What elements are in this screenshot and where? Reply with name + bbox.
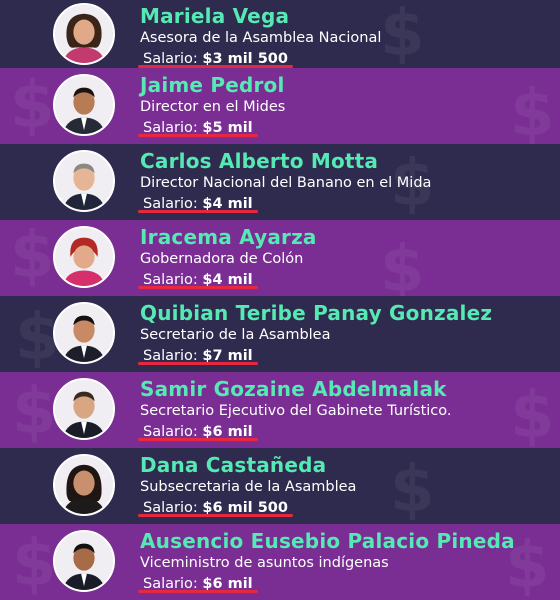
list-item: $ Quibian Teribe Panay Gonzalez Secretar… [0, 296, 560, 372]
salary-label: Salario: [143, 424, 198, 440]
list-item: $ Mariela Vega Asesora de la Asamblea Na… [0, 0, 560, 68]
salary-label: Salario: [143, 500, 198, 516]
person-role: Viceministro de asuntos indígenas [140, 555, 389, 571]
man-portrait-icon [55, 152, 113, 210]
salary-list: $ Mariela Vega Asesora de la Asamblea Na… [0, 0, 560, 600]
salary-label: Salario: [143, 272, 198, 288]
person-name: Mariela Vega [140, 4, 290, 28]
list-item: $ $ Jaime Pedrol Director en el Mides Sa… [0, 68, 560, 144]
list-item: $ Carlos Alberto Motta Director Nacional… [0, 144, 560, 220]
salary-value: $5 mil [202, 120, 253, 136]
salary-label: Salario: [143, 51, 198, 67]
salary: Salario: $6 mil 500 [138, 498, 293, 518]
salary-value: $3 mil 500 [202, 51, 288, 67]
man-portrait-icon [55, 532, 113, 590]
person-name: Iracema Ayarza [140, 225, 317, 249]
salary-label: Salario: [143, 120, 198, 136]
dollar-watermark-icon: $ [10, 69, 55, 143]
list-item: $ $ Iracema Ayarza Gobernadora de Colón … [0, 220, 560, 296]
salary: Salario: $6 mil [138, 574, 258, 594]
person-role: Secretario Ejecutivo del Gabinete Turíst… [140, 403, 452, 419]
person-name: Samir Gozaine Abdelmalak [140, 377, 447, 401]
woman-portrait-icon [55, 228, 113, 286]
woman-portrait-icon [55, 5, 113, 63]
person-name: Ausencio Eusebio Palacio Pineda [140, 529, 515, 553]
salary-value: $6 mil [202, 576, 253, 592]
dollar-watermark-icon: $ [12, 527, 57, 600]
salary-value: $4 mil [202, 196, 253, 212]
avatar [53, 74, 115, 136]
avatar [53, 226, 115, 288]
person-name: Carlos Alberto Motta [140, 149, 379, 173]
dollar-watermark-icon: $ [10, 220, 55, 293]
woman-portrait-icon [55, 456, 113, 514]
salary-label: Salario: [143, 196, 198, 212]
person-name: Jaime Pedrol [140, 73, 285, 97]
list-item: $ $ Samir Gozaine Abdelmalak Secretario … [0, 372, 560, 448]
salary-label: Salario: [143, 348, 198, 364]
person-role: Director Nacional del Banano en el Mida [140, 175, 432, 191]
salary: Salario: $3 mil 500 [138, 49, 293, 68]
salary-value: $7 mil [202, 348, 253, 364]
salary-value: $6 mil [202, 424, 253, 440]
avatar [53, 378, 115, 440]
avatar [53, 454, 115, 516]
person-role: Subsecretaria de la Asamblea [140, 479, 357, 495]
man-portrait-icon [55, 76, 113, 134]
salary: Salario: $5 mil [138, 118, 258, 138]
person-role: Asesora de la Asamblea Nacional [140, 30, 382, 46]
salary: Salario: $4 mil [138, 194, 258, 214]
avatar [53, 150, 115, 212]
man-portrait-icon [55, 380, 113, 438]
person-name: Quibian Teribe Panay Gonzalez [140, 301, 493, 325]
list-item: $ Dana Castañeda Subsecretaria de la Asa… [0, 448, 560, 524]
person-name: Dana Castañeda [140, 453, 327, 477]
salary: Salario: $7 mil [138, 346, 258, 366]
dollar-watermark-icon: $ [12, 375, 57, 448]
person-role: Secretario de la Asamblea [140, 327, 331, 343]
person-role: Gobernadora de Colón [140, 251, 304, 267]
salary-value: $4 mil [202, 272, 253, 288]
person-role: Director en el Mides [140, 99, 286, 115]
avatar [53, 3, 115, 65]
avatar [53, 530, 115, 592]
salary-label: Salario: [143, 576, 198, 592]
salary-value: $6 mil 500 [202, 500, 288, 516]
salary: Salario: $4 mil [138, 270, 258, 290]
avatar [53, 302, 115, 364]
list-item: $ $ Ausencio Eusebio Palacio Pineda Vice… [0, 524, 560, 600]
man-portrait-icon [55, 304, 113, 362]
salary: Salario: $6 mil [138, 422, 258, 442]
